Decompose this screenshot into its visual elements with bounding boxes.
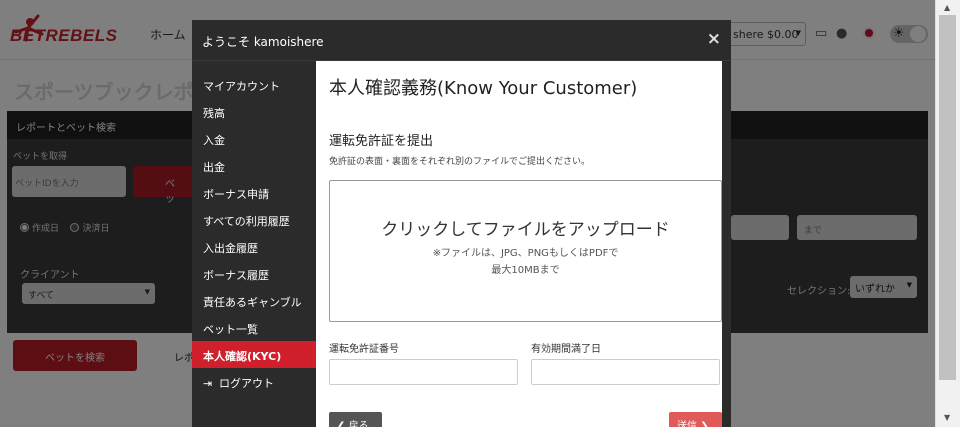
upload-note-size: 最大10MBまで [491,265,560,276]
sidebar-item-deposit[interactable]: 入金 [192,125,316,152]
sidebar-item-all-history[interactable]: すべての利用履歴 [192,206,316,233]
back-button-label: 戻る [348,421,369,427]
expiry-date-label: 有効期間満了日 [531,344,601,355]
sidebar-item-kyc[interactable]: 本人確認(KYC) [192,341,316,368]
scroll-down-icon[interactable]: ▼ [944,413,950,422]
chevron-right-icon: ❯ [700,421,709,427]
kyc-description: 免許証の表面・裏面をそれぞれ別のファイルでご提出ください。 [329,157,591,167]
page-scrollbar[interactable]: ▲ ▼ [935,0,960,427]
kyc-section-title: 運転免許証を提出 [329,134,434,149]
sidebar-item-my-account[interactable]: マイアカウント [192,71,316,98]
chevron-left-icon: ❮ [337,421,346,427]
expiry-date-input[interactable] [531,359,720,385]
sidebar-item-bonus-request[interactable]: ボーナス申請 [192,179,316,206]
sidebar-item-logout[interactable]: ⇥ ログアウト [192,368,316,395]
scrollbar-thumb[interactable] [939,15,956,380]
logout-label: ログアウト [219,377,274,390]
sidebar-item-responsible-gambling[interactable]: 責任あるギャンブル [192,287,316,314]
account-sidebar: マイアカウント 残高 入金 出金 ボーナス申請 すべての利用履歴 入出金履歴 ボ… [192,61,316,427]
sidebar-item-withdraw[interactable]: 出金 [192,152,316,179]
account-modal: ようこそ kamoishere × マイアカウント 残高 入金 出金 ボーナス申… [192,20,731,427]
license-number-input[interactable] [329,359,518,385]
sidebar-item-balance[interactable]: 残高 [192,98,316,125]
back-button[interactable]: ❮ 戻る [329,412,382,427]
send-button[interactable]: 送信 ❯ [669,412,722,427]
scroll-up-icon[interactable]: ▲ [944,3,950,12]
kyc-content: 本人確認義務(Know Your Customer) 運転免許証を提出 免許証の… [316,61,722,427]
close-icon[interactable]: × [707,29,721,49]
license-number-label: 運転免許証番号 [329,344,399,355]
upload-main-text: クリックしてファイルをアップロード [381,220,670,240]
logout-icon: ⇥ [203,377,213,390]
modal-title: ようこそ kamoishere [202,35,324,49]
send-button-label: 送信 [677,421,697,427]
sidebar-item-bet-list[interactable]: ベット一覧 [192,314,316,341]
modal-header: ようこそ kamoishere × [192,20,731,61]
upload-note-format: ※ファイルは、JPG、PNGもしくはPDFで [432,248,619,259]
file-upload-area[interactable]: クリックしてファイルをアップロード ※ファイルは、JPG、PNGもしくはPDFで… [329,180,722,322]
kyc-title: 本人確認義務(Know Your Customer) [329,78,638,99]
sidebar-item-bonus-history[interactable]: ボーナス履歴 [192,260,316,287]
sidebar-item-transaction-history[interactable]: 入出金履歴 [192,233,316,260]
